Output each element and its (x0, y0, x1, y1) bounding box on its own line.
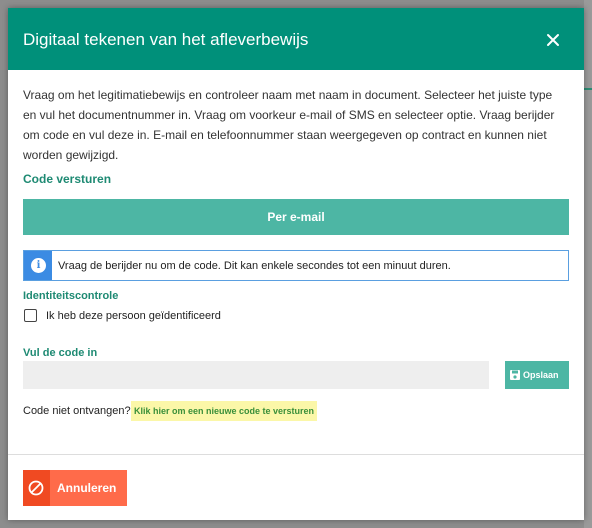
info-alert-text: Vraag de berijder nu om de code. Dit kan… (58, 260, 451, 272)
send-by-email-button[interactable]: Per e-mail (23, 199, 569, 235)
resend-question: Code niet ontvangen? (23, 405, 131, 417)
info-alert: i Vraag de berijder nu om de code. Dit k… (23, 250, 569, 281)
close-icon (547, 34, 559, 46)
cancel-icon-area (23, 470, 50, 506)
dialog-instructions: Vraag om het legitimatiebewijs en contro… (23, 88, 555, 162)
info-alert-icon-bar: i (24, 251, 52, 280)
enter-code-title: Vul de code in (23, 347, 98, 359)
cancel-button-label: Annuleren (57, 481, 117, 495)
backdrop-accent-line (584, 88, 592, 90)
save-button-label: Opslaan (523, 370, 559, 380)
cancel-button[interactable]: Annuleren (23, 470, 127, 506)
identity-check-title: Identiteitscontrole (23, 290, 119, 302)
page-backdrop (584, 0, 592, 528)
footer-divider (8, 454, 584, 455)
dialog-header: Digitaal tekenen van het afleverbewijs (8, 8, 584, 70)
identified-checkbox-label[interactable]: Ik heb deze persoon geïdentificeerd (46, 309, 221, 323)
ban-icon (28, 480, 44, 496)
identified-checkbox[interactable] (24, 309, 37, 322)
dialog-title: Digitaal tekenen van het afleverbewijs (23, 30, 309, 49)
send-code-title: Code versturen (23, 172, 112, 186)
resend-code-link[interactable]: Klik hier om een nieuwe code te versture… (131, 401, 318, 421)
sign-delivery-dialog: Digitaal tekenen van het afleverbewijs V… (8, 8, 584, 520)
close-button[interactable] (542, 29, 564, 51)
info-icon: i (31, 258, 46, 273)
save-button[interactable]: Opslaan (505, 361, 569, 389)
floppy-disk-icon (510, 370, 520, 380)
code-input[interactable] (23, 361, 489, 389)
